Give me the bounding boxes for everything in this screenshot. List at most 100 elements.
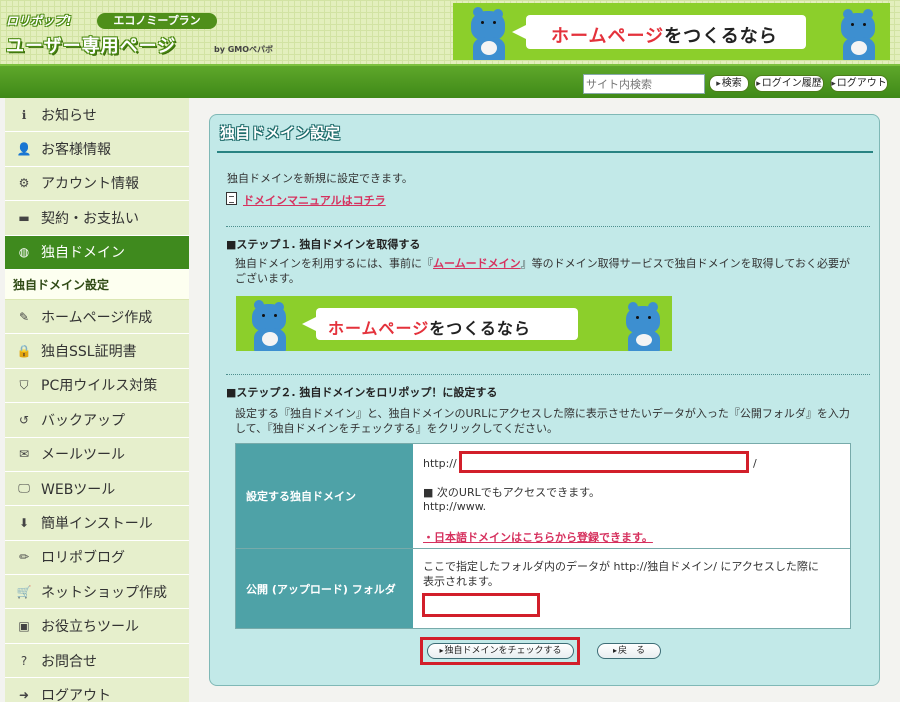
top-nav-bar: 検索 ログイン履歴 ログアウト [0,64,900,98]
search-button[interactable]: 検索 [709,75,749,92]
brand-logo[interactable]: ロリポップ! エコノミープラン ユーザー専用ページ by GMOペパボ [4,10,304,60]
pencil-icon: ✏ [18,550,30,565]
sidebar-item-label: お役立ちツール [41,619,139,636]
domain-settings-panel: 独自ドメイン設定 独自ドメインを新規に設定できます。 ドメインマニュアルはコチラ… [209,114,880,686]
sidebar-item-useful-tools[interactable]: ▣ お役立ちツール [5,609,189,644]
bear-mascot-right-icon [835,9,885,60]
sidebar-item-account-info[interactable]: ⚙ アカウント情報 [5,167,189,202]
sidebar-item-billing[interactable]: ▬ 契約・お支払い [5,201,189,236]
sidebar-item-homepage[interactable]: ✎ ホームページ作成 [5,300,189,335]
globe-icon: ◍ [18,245,30,260]
sidebar-item-ssl[interactable]: 🔒 独自SSL証明書 [5,334,189,369]
sidebar-item-label: メールツール [41,447,125,464]
plan-badge: エコノミープラン [97,13,217,29]
sidebar-item-label: 簡単インストール [41,515,153,532]
back-button[interactable]: 戻 る [597,643,661,659]
url-slash: / [753,457,757,470]
monitor-icon: 🖵 [18,481,30,496]
user-icon: 👤 [16,142,32,157]
step1-description: 独自ドメインを利用するには、事前に『ムームードメイン』等のドメイン取得サービスで… [235,257,851,270]
edit-icon: ✎ [18,309,30,324]
banner-text-red: ホームページ [551,26,665,47]
bear-mascot-left-icon [467,7,517,60]
banner-text-black: をつくるなら [429,319,531,338]
sidebar-item-label: ホームページ作成 [41,309,153,326]
domain-label-cell: 設定する独自ドメイン [236,444,413,548]
sidebar-item-custom-domain[interactable]: ◍ 独自ドメイン [5,235,189,270]
question-icon: ? [20,653,28,668]
sidebar-item-label: アカウント情報 [41,176,139,193]
sidebar-item-label: ログアウト [41,687,111,702]
alt-url-www: http://www. [423,500,487,513]
login-history-button[interactable]: ログイン履歴 [754,75,824,92]
domain-settings-table: 設定する独自ドメイン 公開 (アップロード) フォルダ http:// / ■ … [235,443,851,629]
sidebar-item-netshop[interactable]: 🛒 ネットショップ作成 [5,575,189,610]
sign-out-icon: ➜ [18,687,30,702]
public-folder-input[interactable] [422,593,540,617]
homepage-ad-banner[interactable]: ホームページをつくるなら [236,296,672,351]
sidebar-item-label: 独自ドメイン [41,245,125,262]
banner-text-red: ホームページ [328,319,430,338]
bear-mascot-right-icon [620,302,670,351]
info-icon: ℹ [21,107,27,122]
sidebar-item-logout[interactable]: ➜ ログアウト [5,678,189,702]
envelope-icon: ✉ [18,447,30,462]
sidebar-item-easy-install[interactable]: ⬇ 簡単インストール [5,506,189,541]
gmo-pepabo-logo: by GMOペパボ [214,45,274,54]
lolipop-logo: ロリポップ! [6,14,72,28]
sidebar-item-mail-tools[interactable]: ✉ メールツール [5,438,189,472]
folder-description-line2: 表示されます。 [423,575,499,588]
cart-icon: 🛒 [16,584,32,599]
http-prefix: http:// [423,457,457,470]
sidebar-item-label: お客様情報 [41,142,111,159]
sidebar-item-label: ロリポブログ [41,550,125,567]
bear-mascot-left-icon [248,300,298,351]
sidebar-item-label: バックアップ [41,412,125,429]
sidebar-item-contact[interactable]: ? お問合せ [5,644,189,679]
muumuu-domain-link[interactable]: ムームードメイン [433,257,521,270]
sidebar-item-web-tools[interactable]: 🖵 WEBツール [5,472,189,507]
folder-description: ここで指定したフォルダ内のデータが http://独自ドメイン/ にアクセスした… [423,560,819,573]
arrow-down-icon: ⬇ [18,515,30,530]
sidebar-item-news[interactable]: ℹ お知らせ [5,98,189,133]
step2-description-line2: して、『独自ドメインをチェックする』をクリックしてください。 [235,422,558,435]
sidebar-item-label: 独自SSL証明書 [41,344,137,361]
sidebar-menu: ℹ お知らせ 👤 お客様情報 ⚙ アカウント情報 ▬ 契約・お支払い ◍ 独自ドメイン 独… [5,98,189,702]
folder-input-cell: ここで指定したフォルダ内のデータが http://独自ドメイン/ にアクセスした… [413,549,850,628]
step1-description-line2: ございます。 [235,272,300,285]
page-title: 独自ドメイン設定 [220,124,341,142]
gear-icon: ⚙ [18,176,30,191]
sidebar-item-label: WEBツール [41,481,116,498]
domain-manual-link[interactable]: ドメインマニュアルはコチラ [243,192,386,208]
step1-heading: ■ステップ１. 独自ドメインを取得する [226,238,421,251]
custom-domain-input[interactable] [459,451,749,473]
sidebar-subitem-domain-settings[interactable]: 独自ドメイン設定 [5,269,189,300]
section-divider [226,226,870,227]
alt-url-note: ■ 次のURLでもアクセスできます。 [423,486,601,499]
user-page-title: ユーザー専用ページ [6,36,177,57]
shield-icon: ⛉ [19,377,29,392]
sidebar-item-customer-info[interactable]: 👤 お客様情報 [5,132,189,167]
banner-text-black: をつくるなら [664,26,778,47]
document-icon [226,192,237,205]
sidebar-item-backup[interactable]: ↺ バックアップ [5,403,189,438]
site-header: ロリポップ! エコノミープラン ユーザー専用ページ by GMOペパボ ホームペ… [0,0,900,64]
step2-heading: ■ステップ２. 独自ドメインをロリポップ！に設定する [226,386,498,399]
domain-input-cell: http:// / ■ 次のURLでもアクセスできます。 http://www.… [413,444,850,548]
credit-card-icon: ▬ [18,210,30,225]
sidebar-item-label: お問合せ [41,653,97,670]
intro-text: 独自ドメインを新規に設定できます。 [227,172,413,185]
sidebar-item-label: お知らせ [41,107,97,124]
header-ad-banner[interactable]: ホームページをつくるなら [453,3,890,60]
briefcase-icon: ▣ [18,619,30,634]
step2-description: 設定する『独自ドメイン』と、独自ドメインのURLにアクセスした際に表示させたいデ… [235,407,850,420]
title-divider [217,151,873,153]
sidebar-item-antivirus[interactable]: ⛉ PC用ウイルス対策 [5,369,189,404]
check-domain-button[interactable]: 独自ドメインをチェックする [427,643,574,659]
sidebar-item-label: 契約・お支払い [41,210,139,227]
logout-button[interactable]: ログアウト [830,75,888,92]
sidebar-item-lolipo-blog[interactable]: ✏ ロリポブログ [5,541,189,576]
lock-icon: 🔒 [16,344,32,359]
site-search-input[interactable] [583,74,705,94]
japanese-domain-link[interactable]: ・日本語ドメインはこちらから登録できます。 [423,529,653,545]
